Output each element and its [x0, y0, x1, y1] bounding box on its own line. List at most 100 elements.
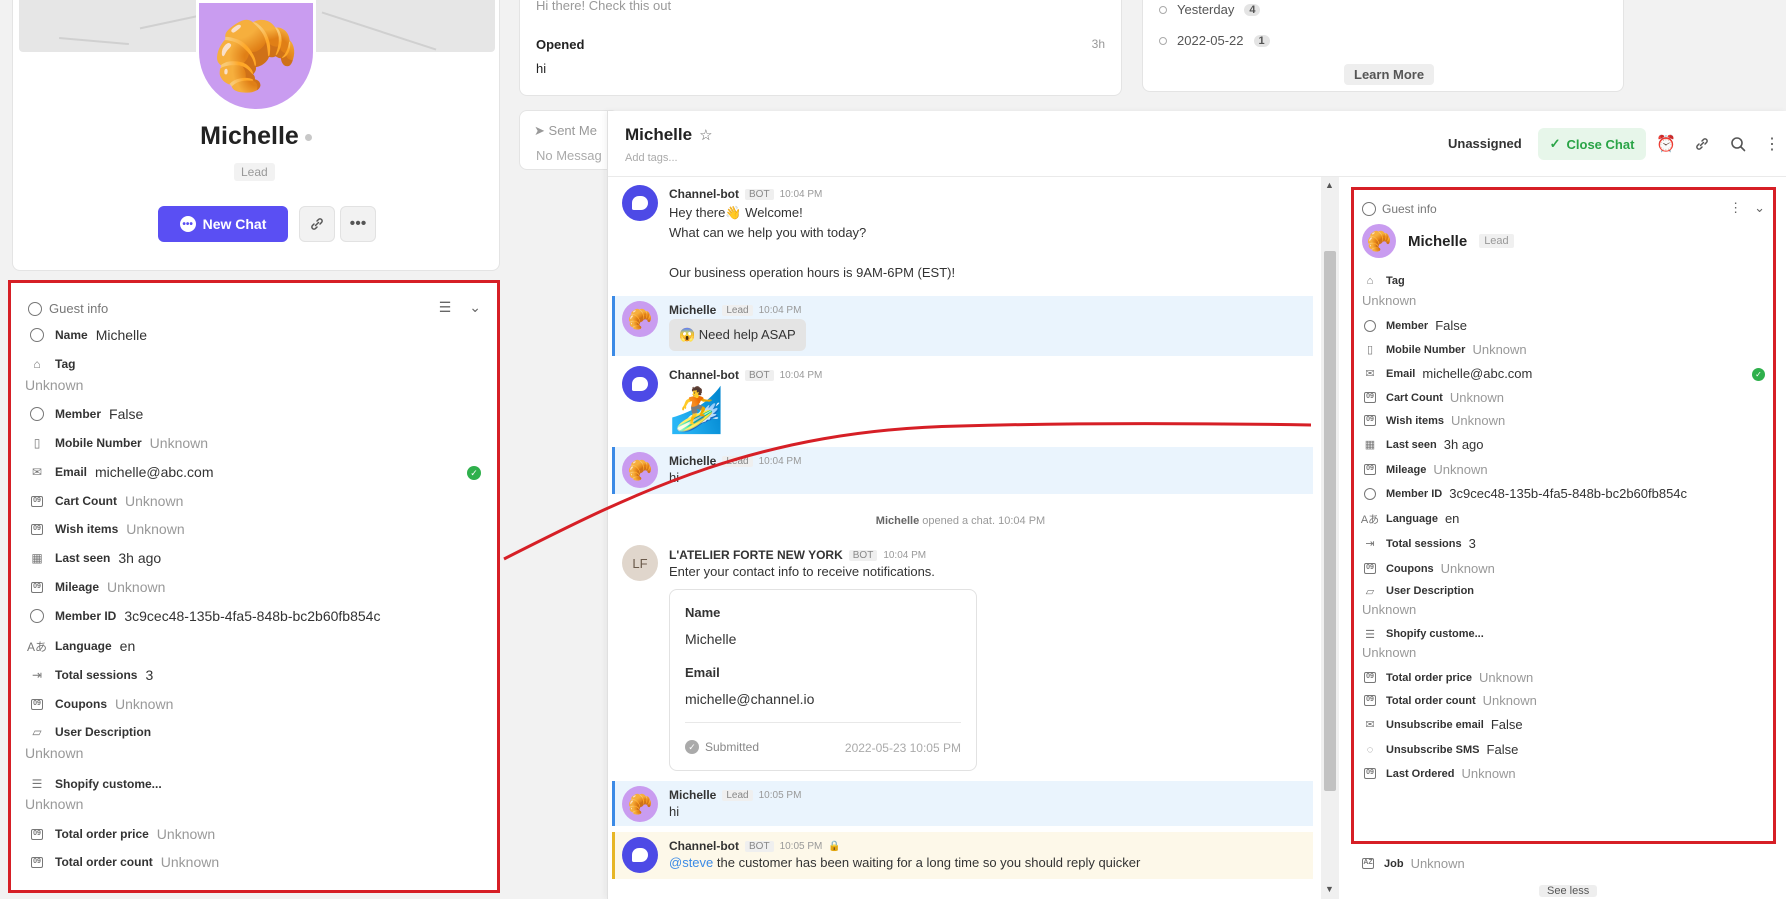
field-email[interactable]: ✉ Email michelle@abc.com — [1362, 366, 1532, 381]
chat-title: Michelle ☆ — [625, 125, 713, 144]
number-icon: 09 — [28, 696, 46, 712]
close-chat-button[interactable]: ✓ Close Chat — [1538, 128, 1646, 160]
note-icon: ▱ — [32, 725, 42, 739]
field-shopify-customer[interactable]: ☰ Shopify custome... — [1362, 627, 1491, 641]
mention-link[interactable]: @steve — [669, 855, 713, 870]
copy-link-button[interactable] — [299, 206, 335, 242]
field-last-ordered[interactable]: 09 Last Ordered Unknown — [1362, 766, 1516, 781]
field-unsubscribe-email[interactable]: ✉ Unsubscribe email False — [1362, 717, 1522, 732]
more-vertical-icon[interactable]: ⋮ — [1729, 200, 1742, 216]
field-mobile-number[interactable]: ▯ Mobile Number Unknown — [1362, 342, 1527, 357]
sticker-image: 🏄 — [669, 386, 724, 435]
alarm-clock-icon[interactable]: ⏰ — [1655, 133, 1677, 155]
check-icon: ✓ — [1549, 136, 1561, 151]
message-bubble: 😱 Need help ASAP — [669, 319, 806, 351]
chat-header: Michelle ☆ Add tags... Unassigned ✓ Close … — [608, 111, 1786, 177]
field-last-seen[interactable]: ▦ Last seen 3h ago — [28, 550, 161, 566]
message-sender: Michelle Lead 10:05 PM — [669, 788, 802, 802]
contact-form-card: Name Michelle Email michelle@channel.io … — [669, 589, 977, 771]
scrollbar-thumb[interactable] — [1324, 251, 1336, 791]
field-coupons[interactable]: 09 Coupons Unknown — [28, 696, 173, 712]
profile-name: Michelle — [13, 122, 499, 151]
field-shopify-customer[interactable]: ☰ Shopify custome... — [28, 776, 170, 792]
field-member-id[interactable]: Member ID 3c9cec48-135b-4fa5-848b-bc2b60f… — [1362, 486, 1687, 501]
field-total-order-count[interactable]: 09 Total order count Unknown — [28, 854, 219, 870]
field-mileage[interactable]: 09 Mileage Unknown — [1362, 462, 1488, 477]
field-tag-value: Unknown — [1362, 293, 1417, 308]
link-icon[interactable] — [1691, 133, 1713, 155]
field-cart-count[interactable]: 09 Cart Count Unknown — [28, 493, 183, 509]
number-icon: 09 — [28, 854, 46, 870]
field-user-description[interactable]: ▱ User Description — [28, 724, 159, 740]
profile-avatar: 🥐 — [196, 0, 316, 112]
settings-sliders-icon[interactable]: ☰ — [439, 299, 452, 316]
guest-info-header: Guest info — [1362, 202, 1437, 216]
field-total-order-price[interactable]: 09 Total order price Unknown — [28, 826, 215, 842]
field-wish-items[interactable]: 09 Wish items Unknown — [1362, 413, 1505, 428]
number-icon: 09 — [1362, 562, 1378, 576]
history-row[interactable]: Yesterday 4 — [1159, 2, 1261, 17]
field-mobile-number[interactable]: ▯ Mobile Number Unknown — [28, 435, 208, 451]
chevron-down-icon[interactable]: ⌄ — [469, 299, 481, 316]
message-scrollbar[interactable]: ▲ ▼ — [1321, 177, 1339, 899]
person-circle-icon — [28, 327, 46, 343]
chevron-down-icon[interactable]: ⌄ — [1754, 200, 1765, 216]
lead-badge: Lead — [1479, 234, 1514, 248]
email-verified-icon: ✓ — [1752, 368, 1765, 381]
learn-more-button[interactable]: Learn More — [1344, 64, 1435, 85]
history-row[interactable]: 2022-05-22 1 — [1159, 33, 1270, 48]
field-total-sessions[interactable]: ⇥ Total sessions 3 — [1362, 536, 1475, 551]
bullet-icon — [1159, 36, 1167, 45]
message-text: @steve the customer has been waiting for… — [669, 855, 1141, 870]
number-icon: 09 — [28, 826, 46, 842]
mail-icon: ✉ — [31, 465, 43, 479]
field-total-order-price[interactable]: 09 Total order price Unknown — [1362, 670, 1533, 685]
brand-avatar: LF — [622, 545, 658, 581]
field-cart-count[interactable]: 09 Cart Count Unknown — [1362, 390, 1504, 405]
field-tag[interactable]: ⌂ Tag — [28, 356, 83, 372]
field-member-id[interactable]: Member ID 3c9cec48-135b-4fa5-848b-bc2b60f… — [28, 608, 380, 624]
sent-subtitle: No Messag — [536, 148, 602, 163]
field-language[interactable]: Aあ Language en — [1361, 511, 1460, 526]
new-chat-button[interactable]: ••• New Chat — [158, 206, 288, 242]
online-status-dot — [304, 133, 312, 141]
more-icon: ••• — [349, 215, 367, 232]
new-chat-label: New Chat — [202, 216, 267, 232]
field-job[interactable]: AZ Job Unknown — [1360, 856, 1465, 871]
message-sender: Channel-bot BOT 10:04 PM — [669, 187, 823, 201]
message-text: hi — [669, 804, 680, 819]
field-user-description[interactable]: ▱ User Description — [1362, 584, 1481, 598]
field-email[interactable]: ✉ Email michelle@abc.com — [28, 464, 214, 480]
field-wish-items[interactable]: 09 Wish items Unknown — [28, 521, 185, 537]
sent-messages-card[interactable]: ➤ Sent Me No Messag — [519, 110, 619, 170]
field-tag[interactable]: ⌂ Tag — [1362, 274, 1412, 288]
chat-time: 3h — [1091, 37, 1105, 51]
star-icon[interactable]: ☆ — [699, 126, 712, 144]
search-icon[interactable] — [1727, 133, 1749, 155]
guest-name: Michelle — [1408, 232, 1468, 250]
field-total-sessions[interactable]: ⇥ Total sessions 3 — [28, 667, 153, 683]
bot-avatar — [622, 366, 658, 402]
field-shopify-customer-value: Unknown — [25, 796, 84, 812]
lock-icon: 🔒 — [828, 840, 841, 852]
field-coupons[interactable]: 09 Coupons Unknown — [1362, 561, 1495, 576]
more-options-button[interactable]: ••• — [340, 206, 376, 242]
user-avatar: 🥐 — [1362, 224, 1396, 258]
field-last-seen[interactable]: ▦ Last seen 3h ago — [1362, 437, 1484, 452]
add-tags-input[interactable]: Add tags... — [625, 152, 678, 164]
user-avatar: 🥐 — [622, 786, 658, 822]
field-member[interactable]: Member False — [1362, 318, 1467, 333]
calendar-icon: ▦ — [1364, 439, 1376, 451]
field-language[interactable]: Aあ Language en — [27, 638, 135, 654]
field-total-order-count[interactable]: 09 Total order count Unknown — [1362, 693, 1537, 708]
see-less-button[interactable]: See less — [1539, 885, 1598, 897]
assignee-selector[interactable]: Unassigned — [1448, 136, 1522, 151]
field-member[interactable]: Member False — [28, 406, 143, 422]
bullet-icon — [1159, 5, 1167, 14]
field-unsubscribe-sms[interactable]: ◌ Unsubscribe SMS False — [1362, 742, 1519, 757]
more-vertical-icon[interactable]: ⋮ — [1761, 133, 1783, 155]
user-avatar: 🥐 — [622, 452, 658, 488]
field-mileage[interactable]: 09 Mileage Unknown — [28, 579, 165, 595]
field-name[interactable]: Name Michelle — [28, 327, 147, 343]
opened-chat-card[interactable]: Hi there! Check this out Opened 3h hi — [519, 0, 1122, 96]
